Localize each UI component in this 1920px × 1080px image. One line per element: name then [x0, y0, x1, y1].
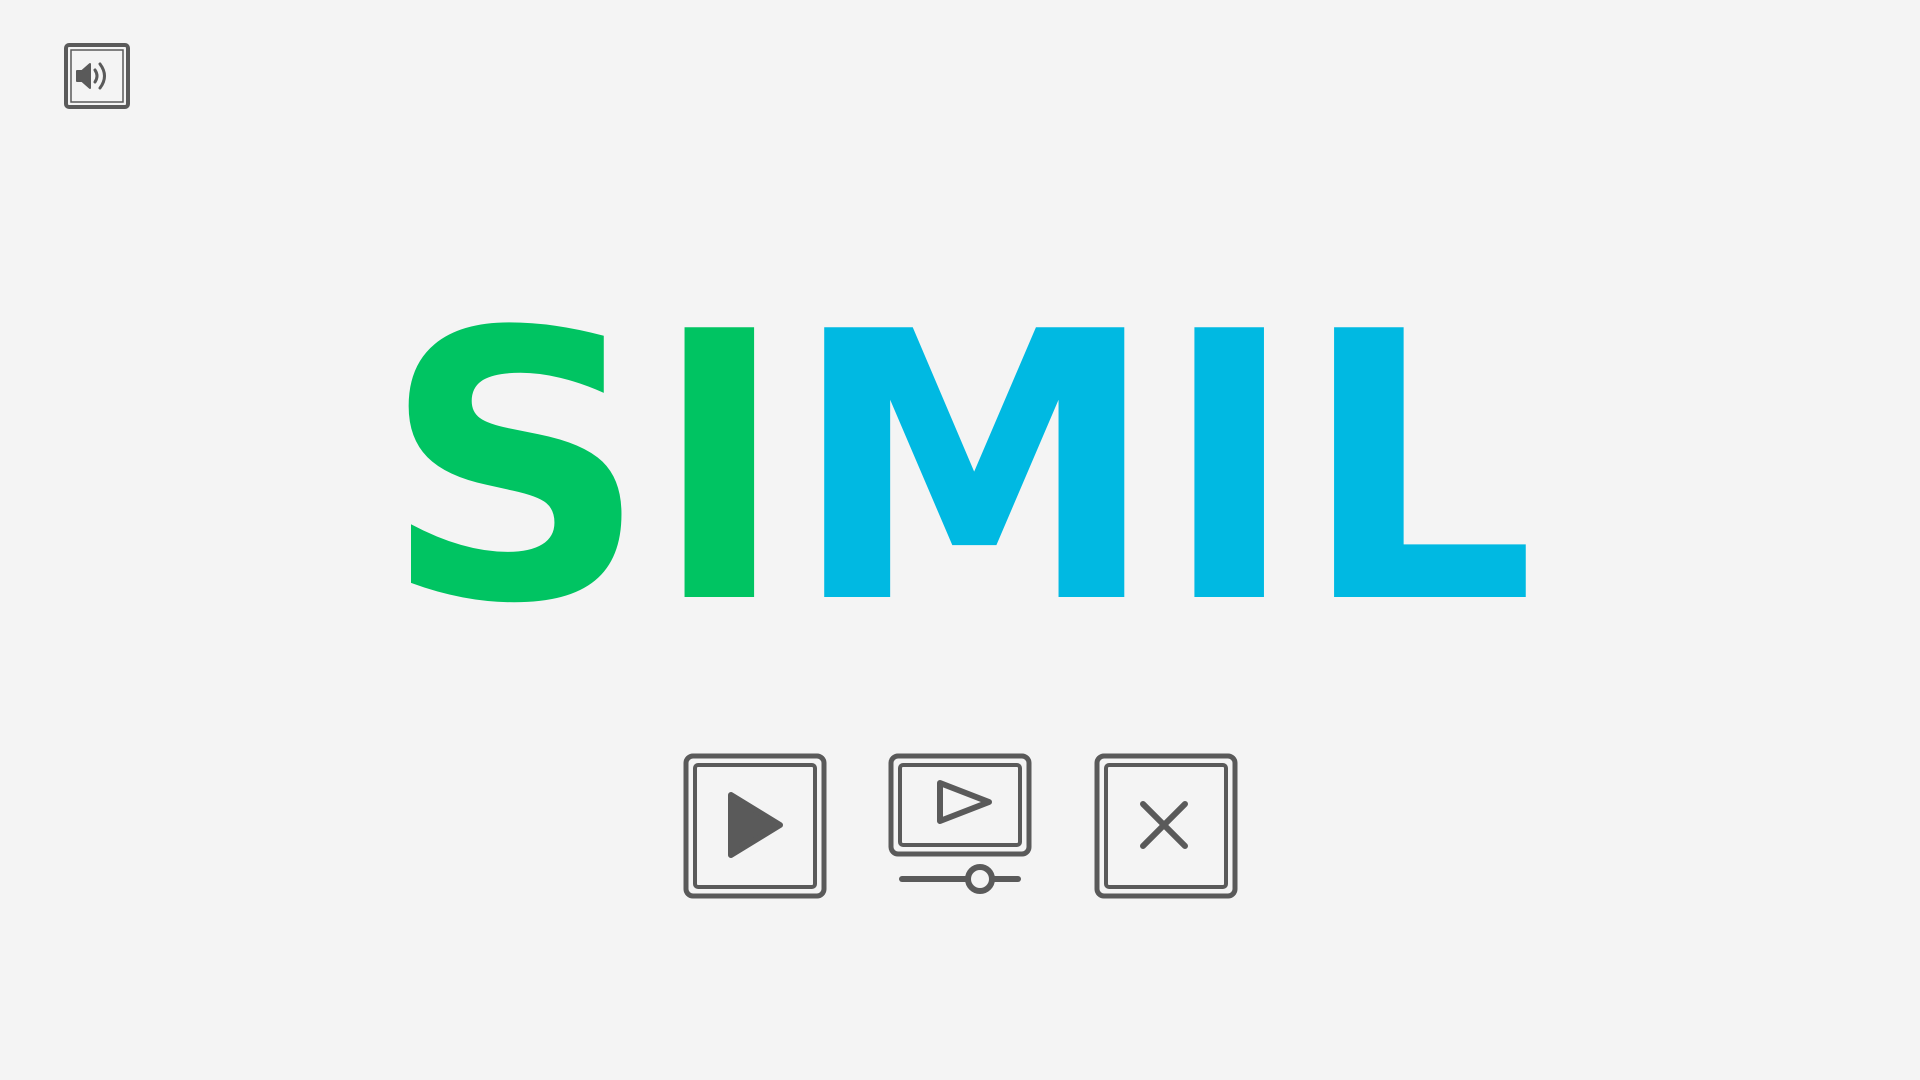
logo-text-green: SI: [382, 255, 791, 685]
video-settings-icon: [888, 753, 1032, 894]
exit-button[interactable]: [1094, 753, 1238, 899]
play-icon: [683, 753, 827, 899]
sound-toggle-button[interactable]: [63, 42, 131, 110]
game-title-screen: SI MIL: [0, 0, 1920, 1080]
logo-text-blue: MIL: [790, 255, 1538, 685]
video-settings-button[interactable]: [888, 753, 1032, 899]
close-icon: [1094, 753, 1238, 899]
main-menu-controls: [0, 753, 1920, 903]
speaker-volume-icon: [64, 43, 130, 109]
game-logo: SI MIL: [0, 285, 1920, 655]
play-button[interactable]: [683, 753, 827, 899]
